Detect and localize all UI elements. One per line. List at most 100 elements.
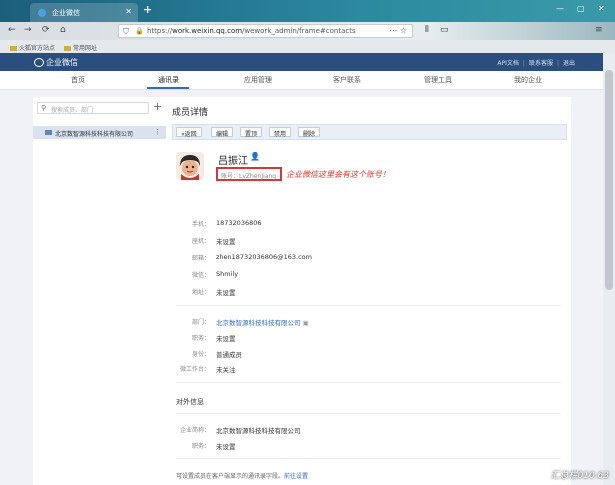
role-label: 身份： bbox=[191, 351, 210, 358]
org-sidebar: ⚲ 搜索成员、部门 + 北京数智源科技科技有限公司 ⋮ bbox=[33, 97, 166, 485]
email-label: 邮箱： bbox=[191, 255, 210, 262]
landline-label: 座机： bbox=[191, 238, 210, 245]
divider bbox=[176, 382, 561, 383]
bookmark-firefox[interactable]: 火狐官方站点 bbox=[10, 43, 55, 52]
pin-button[interactable]: 置顶 bbox=[240, 127, 263, 138]
wechat-label: 微信： bbox=[191, 272, 210, 279]
maximize-icon[interactable]: ▢ bbox=[577, 4, 585, 13]
app-logo[interactable]: 企业微信 bbox=[34, 57, 78, 68]
member-name: 吕振江 bbox=[218, 156, 248, 167]
wework-favicon-icon bbox=[38, 9, 46, 17]
company-short-value: 北京数智源科技科技有限公司 bbox=[216, 427, 301, 435]
account-value: LvZhenJiang bbox=[239, 173, 277, 180]
external-position-label: 职务： bbox=[191, 443, 210, 450]
divider bbox=[176, 413, 561, 414]
org-chart-icon: ▣ bbox=[302, 319, 309, 327]
phone-value: 18732036806 bbox=[216, 219, 262, 227]
goto-settings-link[interactable]: 前往设置 bbox=[284, 473, 308, 480]
position-value: 未设置 bbox=[216, 335, 236, 343]
url-prefix: https:// bbox=[147, 27, 173, 35]
watermark: 汇总栏010.63 bbox=[550, 471, 610, 481]
position-label: 职务： bbox=[191, 335, 210, 342]
app-header: 企业微信 API文档 | 联系客服 | 退出 bbox=[0, 53, 603, 71]
settings-note: 可设置成员在客户端显示的通讯录字段。前往设置 bbox=[176, 471, 308, 480]
api-docs-link[interactable]: API文档 bbox=[497, 60, 519, 67]
nav-home[interactable]: 首页 bbox=[71, 75, 85, 85]
active-tab-indicator bbox=[147, 87, 189, 89]
url-path: /wework_admin/frame#contacts bbox=[242, 27, 356, 35]
close-tab-icon[interactable]: ✕ bbox=[125, 7, 132, 16]
workbench-label: 微工作台： bbox=[179, 366, 210, 373]
scrollbar-thumb[interactable] bbox=[605, 70, 613, 290]
org-name: 北京数智源科技科技有限公司 bbox=[55, 131, 134, 138]
member-detail-panel: 成员详情 «返回 编辑 置顶 禁用 删除 吕振江 👤 账号：LvZhenJian… bbox=[166, 97, 571, 485]
minimize-icon[interactable]: — bbox=[556, 4, 564, 13]
edit-button[interactable]: 编辑 bbox=[211, 127, 234, 138]
nav-my-company[interactable]: 我的企业 bbox=[514, 75, 542, 85]
separator: | bbox=[556, 60, 559, 67]
phone-label: 手机： bbox=[191, 221, 210, 228]
action-toolbar: «返回 编辑 置顶 禁用 删除 bbox=[172, 124, 567, 140]
search-placeholder: 搜索成员、部门 bbox=[51, 107, 94, 114]
external-info-heading: 对外信息 bbox=[176, 398, 204, 406]
avatar bbox=[176, 152, 204, 180]
tab-title: 企业微信 bbox=[52, 9, 80, 17]
user-icon: 👤 bbox=[250, 152, 260, 161]
reload-icon[interactable]: ⟳ bbox=[42, 25, 50, 35]
more-icon[interactable]: ⋮ bbox=[154, 128, 161, 136]
page-title: 成员详情 bbox=[172, 108, 209, 118]
sidebar-toggle-icon[interactable]: ▭ bbox=[440, 25, 449, 35]
address-label: 地址： bbox=[191, 289, 210, 296]
role-value: 普通成员 bbox=[216, 351, 242, 359]
note-text: 可设置成员在客户端显示的通讯录字段。 bbox=[176, 473, 285, 480]
landline-value: 未设置 bbox=[216, 238, 236, 246]
logout-link[interactable]: 退出 bbox=[563, 60, 575, 67]
wechat-value: Shmily bbox=[216, 270, 239, 278]
header-links: API文档 | 联系客服 | 退出 bbox=[493, 58, 575, 67]
back-button[interactable]: «返回 bbox=[176, 127, 202, 138]
separator: | bbox=[522, 60, 525, 67]
folder-icon bbox=[45, 130, 52, 135]
forward-icon[interactable]: → bbox=[24, 25, 32, 35]
home-icon[interactable]: ⌂ bbox=[60, 25, 66, 35]
url-domain: work.weixin.qq.com bbox=[172, 27, 243, 35]
workbench-value: 未关注 bbox=[216, 366, 236, 374]
nav-apps[interactable]: 应用管理 bbox=[244, 75, 272, 85]
browser-tab[interactable]: 企业微信 ✕ bbox=[30, 3, 138, 22]
divider bbox=[176, 305, 561, 306]
lock-icon: 🔒 bbox=[135, 27, 144, 35]
support-link[interactable]: 联系客服 bbox=[529, 60, 553, 67]
new-tab-icon[interactable]: + bbox=[143, 3, 152, 16]
logo-text: 企业微信 bbox=[46, 58, 78, 67]
bookmark-common[interactable]: 常用网址 bbox=[64, 43, 97, 52]
account-field: 账号：LvZhenJiang bbox=[216, 167, 282, 181]
wework-logo-icon bbox=[34, 58, 44, 67]
nav-tools[interactable]: 管理工具 bbox=[424, 75, 452, 85]
department-link[interactable]: 北京数智源科技科技有限公司 ▣ bbox=[216, 317, 309, 327]
company-short-label: 企业简称： bbox=[179, 427, 210, 434]
search-icon: ⚲ bbox=[41, 104, 47, 112]
back-icon[interactable]: ← bbox=[8, 25, 16, 35]
page: 企业微信 API文档 | 联系客服 | 退出 首页 通讯录 应用管理 客户联系 管理工具… bbox=[0, 53, 603, 485]
close-window-icon[interactable]: ✕ bbox=[598, 4, 605, 13]
delete-button[interactable]: 删除 bbox=[298, 127, 321, 138]
nav-contacts[interactable]: 通讯录 bbox=[158, 75, 179, 85]
department-value: 北京数智源科技科技有限公司 bbox=[216, 319, 301, 327]
nav-customers[interactable]: 客户联系 bbox=[333, 75, 361, 85]
address-value: 未设置 bbox=[216, 289, 236, 297]
browser-tab-bar: 企业微信 ✕ + — ▢ ✕ bbox=[0, 0, 615, 22]
disable-button[interactable]: 禁用 bbox=[269, 127, 292, 138]
org-tree-item[interactable]: 北京数智源科技科技有限公司 ⋮ bbox=[33, 126, 166, 139]
library-icon[interactable]: ⫴ bbox=[425, 25, 429, 35]
bookmarks-bar: 火狐官方站点 常用网址 bbox=[0, 40, 615, 53]
department-label: 部门： bbox=[191, 319, 210, 326]
menu-icon[interactable]: ≡ bbox=[595, 25, 603, 35]
main-nav: 首页 通讯录 应用管理 客户联系 管理工具 我的企业 bbox=[0, 71, 603, 90]
address-bar[interactable]: ⛉ 🔒 https://work.weixin.qq.com/wework_ad… bbox=[118, 24, 413, 38]
add-icon[interactable]: + bbox=[153, 100, 162, 113]
folder-icon bbox=[10, 46, 17, 51]
member-search-input[interactable]: ⚲ 搜索成员、部门 bbox=[37, 102, 149, 114]
annotation-text: 企业微信这里会有这个账号！ bbox=[286, 170, 390, 179]
account-label: 账号： bbox=[221, 173, 240, 180]
email-value: zhen18732036806@163.com bbox=[216, 253, 312, 261]
